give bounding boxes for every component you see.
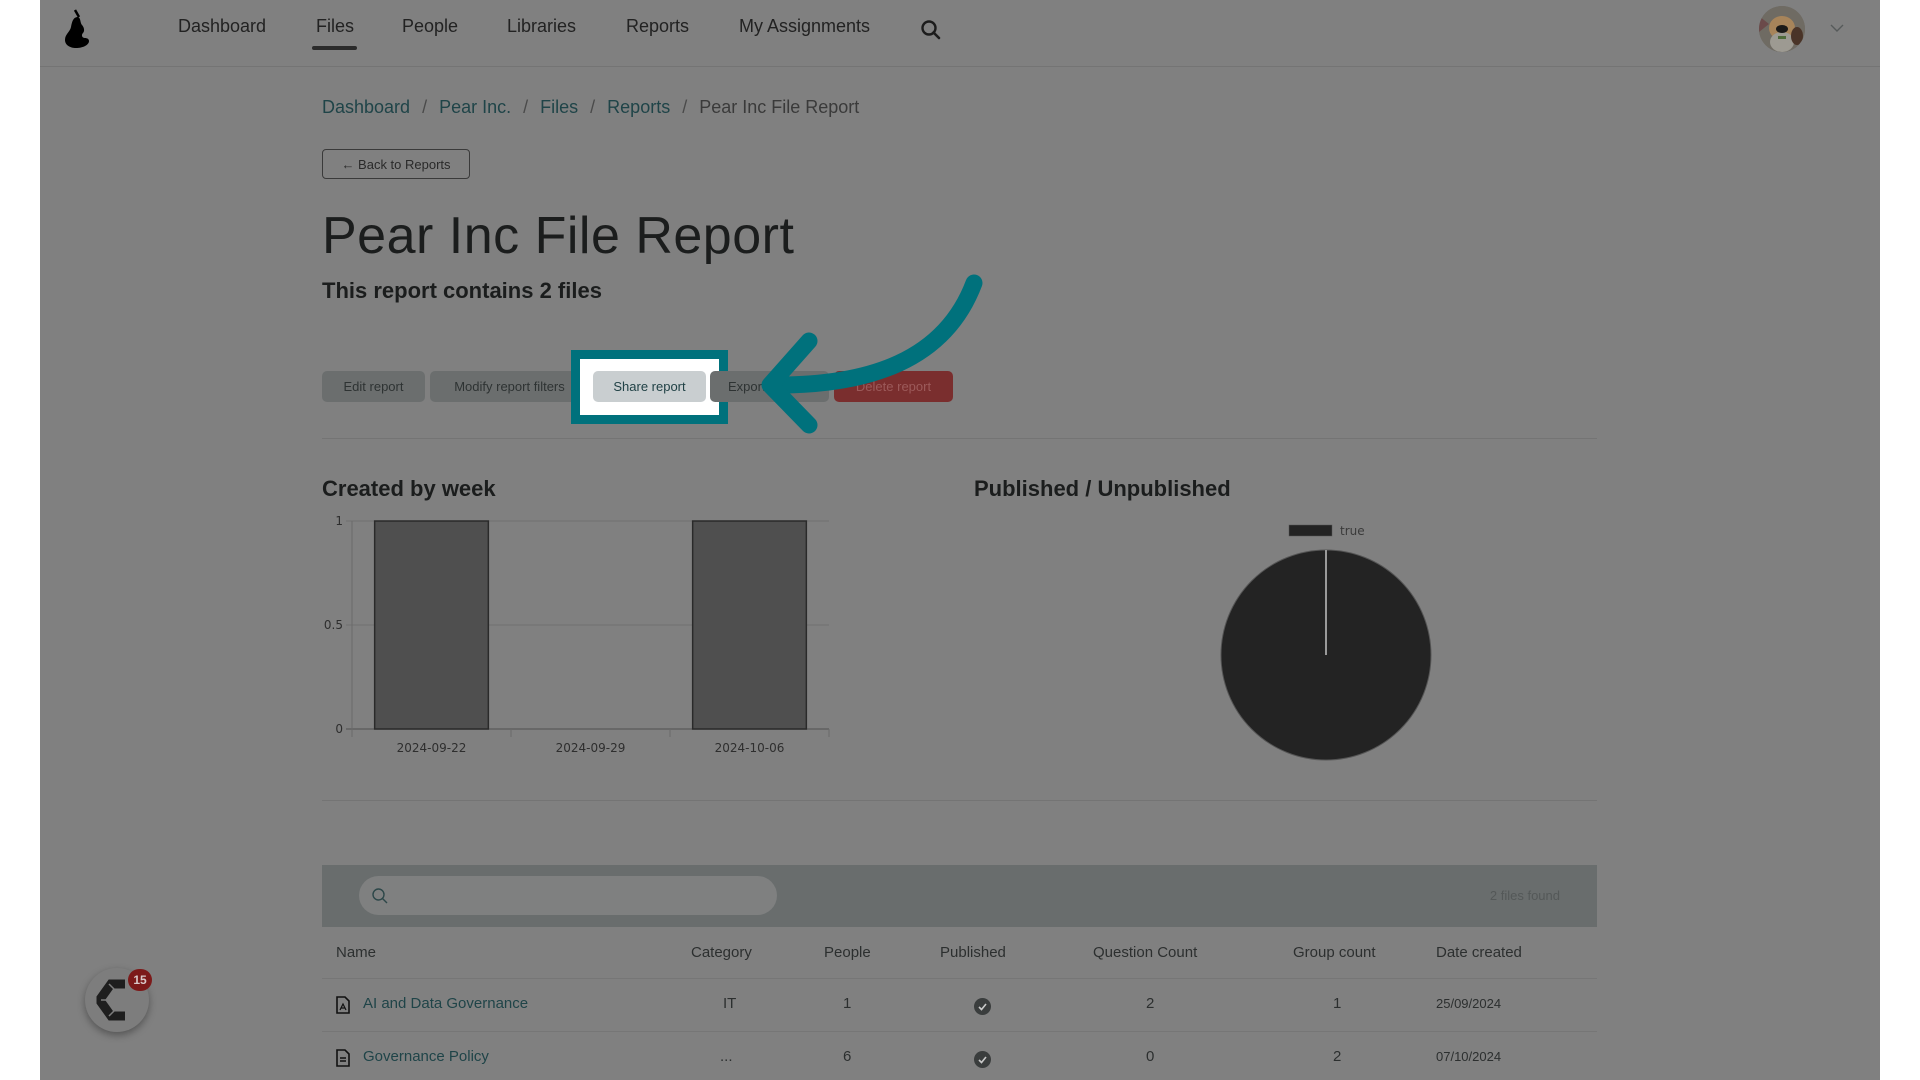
nav-my-assignments[interactable]: My Assignments: [739, 16, 870, 37]
bar: [691, 520, 808, 730]
delete-report-button[interactable]: Delete report: [834, 371, 953, 402]
breadcrumb-current: Pear Inc File Report: [699, 97, 860, 117]
published-check-icon: [974, 1051, 991, 1068]
modify-report-filters-button[interactable]: Modify report filters: [430, 371, 589, 402]
dog-photo-icon: [1759, 6, 1805, 52]
published-pie-chart: true: [1220, 524, 1432, 761]
breadcrumb-separator: /: [523, 97, 529, 117]
chevron-down-icon[interactable]: [1829, 22, 1845, 34]
notification-badge: 15: [128, 969, 152, 991]
file-category: IT: [723, 995, 737, 1012]
x-tick-label: 2024-09-29: [556, 741, 626, 755]
y-tick-label: 0.5: [324, 618, 343, 632]
breadcrumb-separator: /: [682, 97, 688, 117]
legend-label: true: [1340, 524, 1365, 538]
nav-dashboard[interactable]: Dashboard: [178, 16, 266, 37]
y-tick-label: 0: [335, 722, 343, 736]
export-button[interactable]: Export: [710, 371, 829, 402]
column-header-question-count[interactable]: Question Count: [1093, 944, 1197, 961]
column-header-published[interactable]: Published: [940, 944, 1006, 961]
row-divider: [322, 1031, 1597, 1032]
legend-swatch: [1288, 524, 1333, 537]
file-name-link[interactable]: Governance Policy: [363, 1048, 489, 1065]
file-group-count: 2: [1333, 1048, 1342, 1065]
user-avatar[interactable]: [1759, 6, 1805, 52]
pdf-file-icon: [336, 996, 350, 1014]
created-by-week-chart: 0 0.5 1 2024-09-22 2024-09-29 2024-10-06: [324, 514, 830, 755]
breadcrumb-separator: /: [422, 97, 428, 117]
y-tick-label: 1: [335, 514, 343, 528]
bar: [373, 520, 490, 730]
file-date-created: 25/09/2024: [1436, 996, 1502, 1011]
breadcrumb-dashboard[interactable]: Dashboard: [322, 97, 410, 117]
search-icon: [372, 888, 388, 904]
back-to-reports-button[interactable]: ← Back to Reports: [322, 149, 470, 179]
column-header-date-created[interactable]: Date created: [1436, 944, 1522, 961]
table-search-input[interactable]: [359, 876, 777, 915]
edit-report-button[interactable]: Edit report: [322, 371, 425, 402]
file-question-count: 0: [1146, 1048, 1155, 1065]
section-divider: [322, 438, 1597, 439]
table-toolbar: 2 files found: [322, 865, 1597, 927]
column-header-people[interactable]: People: [824, 944, 871, 961]
file-group-count: 1: [1333, 995, 1342, 1012]
column-header-name[interactable]: Name: [336, 944, 376, 961]
file-name-link[interactable]: AI and Data Governance: [363, 995, 528, 1012]
nav-active-indicator: [312, 46, 357, 50]
published-check-icon: [974, 998, 991, 1015]
nav-people[interactable]: People: [402, 16, 458, 37]
search-icon[interactable]: [920, 19, 942, 41]
page-subtitle: This report contains 2 files: [322, 278, 602, 303]
breadcrumb-reports[interactable]: Reports: [607, 97, 670, 117]
file-people: 1: [843, 995, 852, 1012]
x-tick-label: 2024-09-22: [397, 741, 467, 755]
file-people: 6: [843, 1048, 852, 1065]
table-search-field[interactable]: [399, 884, 763, 908]
breadcrumb: Dashboard / Pear Inc. / Files / Reports / Pear I…: [322, 97, 859, 118]
section-divider: [322, 800, 1597, 801]
app-page: Dashboard Files People Libraries Reports…: [40, 0, 1880, 1080]
column-header-category[interactable]: Category: [691, 944, 752, 961]
share-report-button[interactable]: Share report: [593, 371, 706, 402]
nav-libraries[interactable]: Libraries: [507, 16, 576, 37]
pie-chart-title: Published / Unpublished: [974, 476, 1231, 501]
x-tick-label: 2024-10-06: [715, 741, 785, 755]
files-found-count: 2 files found: [1489, 888, 1560, 903]
header-divider: [322, 978, 1597, 979]
column-header-group-count[interactable]: Group count: [1293, 944, 1376, 961]
file-date-created: 07/10/2024: [1436, 1049, 1502, 1064]
breadcrumb-separator: /: [590, 97, 596, 117]
nav-files[interactable]: Files: [316, 16, 354, 37]
page-title: Pear Inc File Report: [322, 207, 795, 265]
nav-reports[interactable]: Reports: [626, 16, 689, 37]
breadcrumb-files[interactable]: Files: [540, 97, 578, 117]
pear-logo-icon[interactable]: [63, 8, 93, 48]
breadcrumb-pear-inc[interactable]: Pear Inc.: [439, 97, 511, 117]
top-navbar: Dashboard Files People Libraries Reports…: [40, 0, 1880, 67]
file-question-count: 2: [1146, 995, 1155, 1012]
bar-chart-title: Created by week: [322, 476, 496, 501]
document-file-icon: [336, 1049, 350, 1067]
file-category: ...: [720, 1048, 733, 1065]
